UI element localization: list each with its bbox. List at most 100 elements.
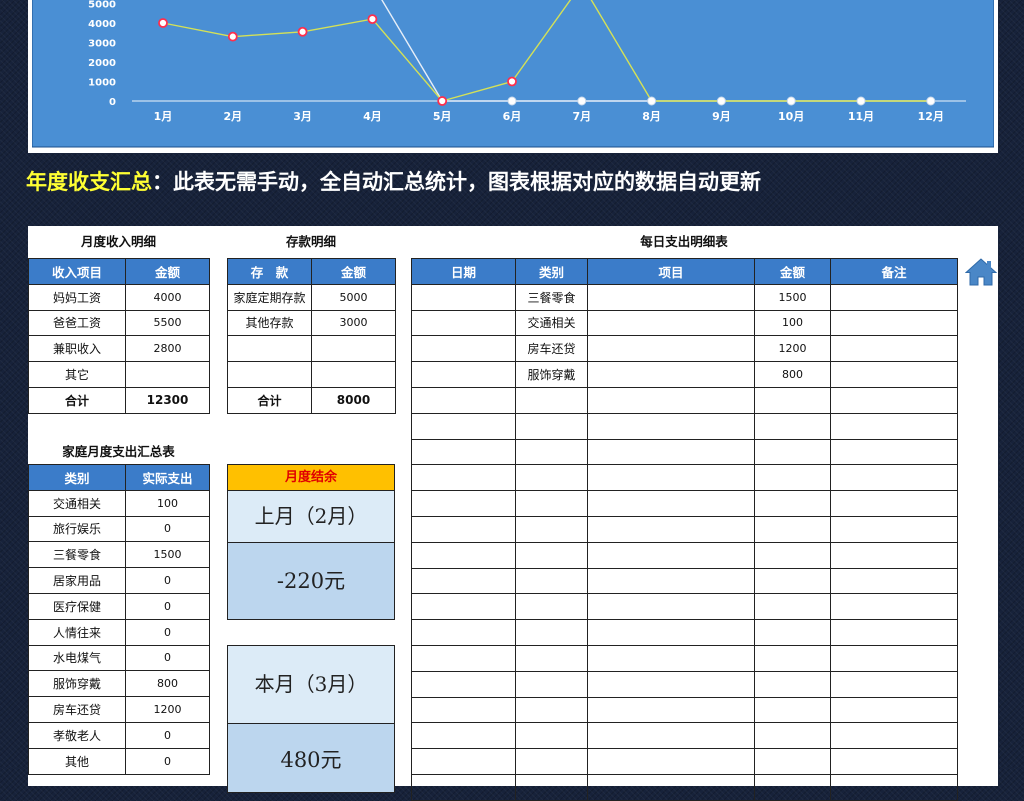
table-cell[interactable]: 旅行娱乐 xyxy=(28,515,126,543)
table-cell[interactable] xyxy=(411,748,516,775)
table-cell[interactable] xyxy=(587,283,755,311)
home-icon[interactable] xyxy=(964,256,998,288)
table-cell[interactable] xyxy=(754,773,831,801)
table-cell[interactable] xyxy=(754,567,831,595)
table-cell[interactable] xyxy=(830,283,958,311)
table-cell[interactable] xyxy=(411,567,516,595)
table-cell[interactable] xyxy=(515,412,588,440)
table-cell[interactable] xyxy=(411,283,516,311)
table-cell[interactable] xyxy=(587,541,755,569)
table-cell[interactable] xyxy=(411,438,516,466)
table-cell[interactable]: 人情往来 xyxy=(28,618,126,646)
table-cell[interactable]: 妈妈工资 xyxy=(28,283,126,311)
table-cell[interactable] xyxy=(830,722,958,750)
table-cell[interactable] xyxy=(830,335,958,363)
table-cell[interactable]: 0 xyxy=(125,721,210,749)
table-cell[interactable] xyxy=(411,361,516,388)
table-cell[interactable]: 0 xyxy=(125,592,210,620)
table-cell[interactable] xyxy=(515,644,588,672)
table-cell[interactable] xyxy=(515,386,588,414)
table-cell[interactable] xyxy=(830,644,958,672)
table-cell[interactable] xyxy=(587,773,755,801)
table-cell[interactable] xyxy=(830,361,958,388)
table-cell[interactable] xyxy=(754,541,831,569)
table-cell[interactable] xyxy=(754,670,831,698)
table-cell[interactable] xyxy=(227,361,312,388)
table-cell[interactable] xyxy=(125,361,210,388)
table-cell[interactable]: 3000 xyxy=(311,309,396,337)
table-cell[interactable]: 服饰穿戴 xyxy=(515,361,588,388)
table-cell[interactable] xyxy=(587,335,755,363)
table-cell[interactable]: 800 xyxy=(754,361,831,388)
table-cell[interactable] xyxy=(830,670,958,698)
table-cell[interactable] xyxy=(830,696,958,724)
table-cell[interactable]: 孝敬老人 xyxy=(28,721,126,749)
table-cell[interactable]: 其它 xyxy=(28,361,126,388)
table-cell[interactable]: 1200 xyxy=(754,335,831,363)
table-cell[interactable]: 其他存款 xyxy=(227,309,312,337)
table-cell[interactable] xyxy=(587,361,755,388)
table-cell[interactable]: 5500 xyxy=(125,309,210,337)
table-cell[interactable]: 0 xyxy=(125,515,210,543)
table-cell[interactable]: 1500 xyxy=(754,283,831,311)
table-cell[interactable] xyxy=(754,515,831,543)
table-cell[interactable] xyxy=(830,593,958,621)
table-cell[interactable]: 4000 xyxy=(125,283,210,311)
table-cell[interactable] xyxy=(515,748,588,775)
table-cell[interactable] xyxy=(515,515,588,543)
table-cell[interactable]: 爸爸工资 xyxy=(28,309,126,337)
table-cell[interactable] xyxy=(311,335,396,363)
table-cell[interactable] xyxy=(587,309,755,337)
table-cell[interactable]: 房车还贷 xyxy=(28,696,126,723)
table-cell[interactable] xyxy=(587,490,755,517)
table-cell[interactable] xyxy=(754,619,831,646)
table-cell[interactable]: 100 xyxy=(754,309,831,337)
table-cell[interactable] xyxy=(830,541,958,569)
table-cell[interactable] xyxy=(411,412,516,440)
table-cell[interactable] xyxy=(411,386,516,414)
table-cell[interactable] xyxy=(411,670,516,698)
table-cell[interactable] xyxy=(515,567,588,595)
table-cell[interactable] xyxy=(515,593,588,621)
table-cell[interactable] xyxy=(830,464,958,492)
table-cell[interactable] xyxy=(587,438,755,466)
table-cell[interactable] xyxy=(411,335,516,363)
table-cell[interactable] xyxy=(515,490,588,517)
table-cell[interactable] xyxy=(587,464,755,492)
table-cell[interactable] xyxy=(587,386,755,414)
table-cell[interactable]: 三餐零食 xyxy=(28,541,126,569)
table-cell[interactable] xyxy=(754,490,831,517)
table-cell[interactable]: 房车还贷 xyxy=(515,335,588,363)
table-cell[interactable] xyxy=(830,490,958,517)
table-cell[interactable] xyxy=(411,619,516,646)
table-cell[interactable]: 1500 xyxy=(125,541,210,569)
table-cell[interactable] xyxy=(515,696,588,724)
table-cell[interactable] xyxy=(515,619,588,646)
table-cell[interactable] xyxy=(830,567,958,595)
table-cell[interactable] xyxy=(587,644,755,672)
table-cell[interactable] xyxy=(754,438,831,466)
table-cell[interactable]: 0 xyxy=(125,567,210,594)
table-cell[interactable] xyxy=(515,722,588,750)
table-cell[interactable] xyxy=(411,515,516,543)
table-cell[interactable]: 交通相关 xyxy=(515,309,588,337)
table-cell[interactable] xyxy=(830,438,958,466)
table-cell[interactable] xyxy=(587,567,755,595)
table-cell[interactable] xyxy=(227,335,312,363)
table-cell[interactable] xyxy=(587,696,755,724)
table-cell[interactable] xyxy=(754,412,831,440)
table-cell[interactable]: 0 xyxy=(125,747,210,775)
table-cell[interactable] xyxy=(587,515,755,543)
table-cell[interactable]: 家庭定期存款 xyxy=(227,283,312,311)
table-cell[interactable] xyxy=(754,748,831,775)
table-cell[interactable] xyxy=(754,644,831,672)
table-cell[interactable] xyxy=(515,541,588,569)
table-cell[interactable] xyxy=(587,670,755,698)
table-cell[interactable] xyxy=(411,773,516,801)
table-cell[interactable]: 0 xyxy=(125,618,210,646)
table-cell[interactable] xyxy=(587,593,755,621)
table-cell[interactable]: 2800 xyxy=(125,335,210,363)
table-cell[interactable] xyxy=(515,438,588,466)
table-cell[interactable]: 0 xyxy=(125,644,210,672)
table-cell[interactable]: 三餐零食 xyxy=(515,283,588,311)
